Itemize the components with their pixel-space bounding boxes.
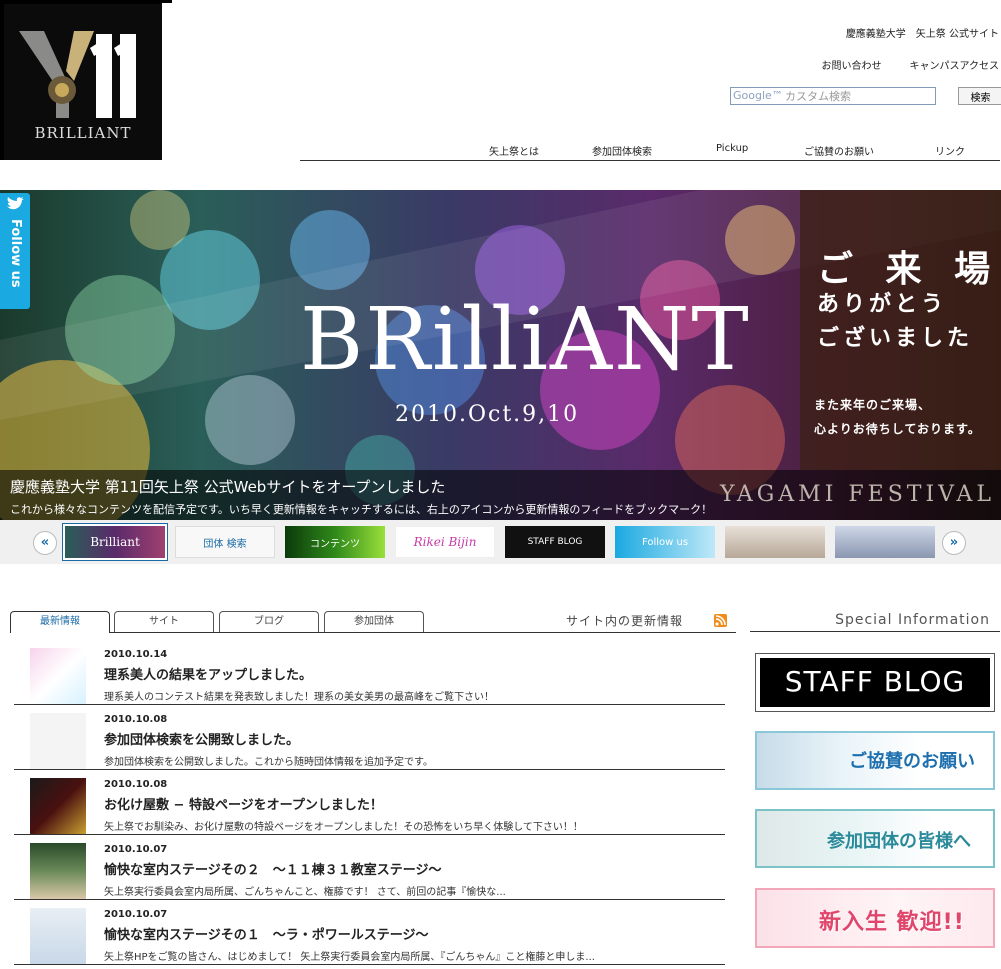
news-thumbnail bbox=[30, 843, 86, 899]
news-desc: 矢上祭実行委員会室内局所属、ごんちゃんこと、権藤です！ さて、前回の記事『愉快な… bbox=[104, 887, 506, 898]
site-updates-label: サイト内の更新情報 bbox=[566, 614, 684, 628]
search-bar: Google™ 検索 bbox=[730, 87, 1001, 105]
site-logo[interactable]: BRILLIANT bbox=[0, 0, 162, 160]
thumb-group-search[interactable]: 団体 検索 bbox=[175, 526, 275, 558]
news-desc: 参加団体検索を公開致しました。これから随時団体情報を追加予定です。 bbox=[104, 757, 433, 768]
thanks-line-2: ありがとう bbox=[817, 292, 948, 317]
nav-about[interactable]: 矢上祭とは bbox=[489, 143, 539, 158]
twitter-bird-icon bbox=[7, 197, 24, 210]
hero-caption: 慶應義塾大学 第11回矢上祭 公式Webサイトをオープンしました これから様々な… bbox=[0, 470, 1001, 520]
caption-title: 慶應義塾大学 第11回矢上祭 公式Webサイトをオープンしました bbox=[10, 478, 446, 496]
nav-sponsor[interactable]: ご協賛のお願い bbox=[804, 143, 874, 158]
news-item[interactable]: 2010.10.08 参加団体検索を公開致しました。 参加団体検索を公開致しまし… bbox=[14, 705, 725, 770]
thumb-contents[interactable]: コンテンツ bbox=[285, 526, 385, 558]
carousel-next-button[interactable]: » bbox=[942, 531, 966, 555]
tab-site[interactable]: サイト bbox=[114, 611, 214, 632]
tab-blog[interactable]: ブログ bbox=[219, 611, 319, 632]
sponsor-request-label: ご協賛のお願い bbox=[849, 751, 975, 772]
logo-subtitle: BRILLIANT bbox=[34, 124, 132, 142]
rss-feed-icon[interactable] bbox=[714, 614, 727, 627]
news-title[interactable]: お化け屋敷 − 特設ページをオープンしました！ bbox=[104, 794, 383, 813]
news-list: 2010.10.14 理系美人の結果をアップしました。 理系美人のコンテスト結果… bbox=[14, 640, 725, 965]
staff-blog-banner[interactable]: STAFF BLOG bbox=[755, 653, 995, 712]
yagami-festival-watermark: YAGAMI FESTIVAL bbox=[720, 482, 996, 507]
thumb-brilliant[interactable]: Brilliant bbox=[63, 524, 167, 560]
sponsor-request-banner[interactable]: ご協賛のお願い bbox=[755, 731, 995, 790]
contact-link[interactable]: お問い合わせ bbox=[822, 57, 882, 72]
hero-banner[interactable]: BRilliANT 2010.Oct.9,10 ご 来 場 ありがとう ございま… bbox=[0, 190, 1001, 520]
follow-us-tab[interactable]: Follow us bbox=[0, 193, 30, 309]
news-thumbnail bbox=[30, 778, 86, 834]
thumbnail-carousel: « Brilliant 団体 検索 コンテンツ Rikei Bijin STAF… bbox=[0, 520, 1001, 564]
nav-group-search[interactable]: 参加団体検索 bbox=[592, 143, 652, 158]
nav-links[interactable]: リンク bbox=[935, 143, 965, 158]
thumb-photo-1[interactable] bbox=[725, 526, 825, 558]
news-title[interactable]: 参加団体検索を公開致しました。 bbox=[104, 729, 299, 748]
news-desc: 矢上祭HPをご覧の皆さん、はじめまして！ 矢上祭実行委員会室内局所属、『ごんちゃ… bbox=[104, 952, 595, 963]
nav-pickup[interactable]: Pickup bbox=[716, 143, 748, 154]
thanks-line-3: ございました bbox=[817, 326, 974, 351]
campus-access-link[interactable]: キャンパスアクセス bbox=[910, 57, 1000, 72]
logo-divider bbox=[162, 0, 172, 3]
news-date: 2010.10.08 bbox=[104, 714, 168, 725]
special-info-heading: Special Information bbox=[835, 612, 990, 628]
next-year-line-1: また来年のご来場、 bbox=[814, 398, 932, 412]
site-name: 慶應義塾大学 矢上祭 公式サイト bbox=[845, 29, 999, 40]
news-date: 2010.10.14 bbox=[104, 649, 168, 660]
thanks-line-1: ご 来 場 bbox=[817, 249, 1001, 290]
thumb-staff-blog[interactable]: STAFF BLOG bbox=[505, 526, 605, 558]
thumb-rikei-bijin[interactable]: Rikei Bijin bbox=[395, 526, 495, 558]
main-nav: 矢上祭とは 参加団体検索 Pickup ご協賛のお願い リンク bbox=[300, 140, 1000, 161]
news-thumbnail bbox=[30, 713, 86, 769]
news-title[interactable]: 理系美人の結果をアップしました。 bbox=[104, 664, 312, 683]
news-date: 2010.10.07 bbox=[104, 844, 168, 855]
caption-text: これから様々なコンテンツを配信予定です。いち早く更新情報をキャッチするには、右上… bbox=[10, 503, 713, 516]
tab-groups[interactable]: 参加団体 bbox=[324, 611, 424, 632]
search-wrapper: Google™ bbox=[730, 87, 936, 105]
thanks-panel: ご 来 場 ありがとう ございました また来年のご来場、 心よりお待ちしておりま… bbox=[800, 190, 1001, 470]
news-desc: 理系美人のコンテスト結果を発表致しました！理系の美女美男の最高峰をご覧下さい！ bbox=[104, 692, 494, 703]
news-date: 2010.10.08 bbox=[104, 779, 168, 790]
tab-latest[interactable]: 最新情報 bbox=[10, 611, 110, 633]
news-desc: 矢上祭でお馴染み、お化け屋敷の特設ページをオープンしました！その恐怖をいち早く体… bbox=[104, 822, 583, 833]
thumb-follow-us[interactable]: Follow us bbox=[615, 526, 715, 558]
participating-groups-banner[interactable]: 参加団体の皆様へ bbox=[755, 809, 995, 868]
special-info-header: Special Information bbox=[750, 610, 1000, 632]
news-item[interactable]: 2010.10.14 理系美人の結果をアップしました。 理系美人のコンテスト結果… bbox=[14, 640, 725, 705]
news-item[interactable]: 2010.10.07 愉快な室内ステージその２ ～１１棟３１教室ステージ～ 矢上… bbox=[14, 835, 725, 900]
news-title[interactable]: 愉快な室内ステージその２ ～１１棟３１教室ステージ～ bbox=[104, 859, 441, 878]
news-date: 2010.10.07 bbox=[104, 909, 168, 920]
participating-groups-label: 参加団体の皆様へ bbox=[827, 831, 971, 852]
follow-us-label: Follow us bbox=[8, 219, 23, 288]
news-title[interactable]: 愉快な室内ステージその１ ～ラ・ポワールステージ～ bbox=[104, 924, 428, 943]
y11-logo-mark bbox=[19, 31, 136, 118]
news-item[interactable]: 2010.10.08 お化け屋敷 − 特設ページをオープンしました！ 矢上祭でお… bbox=[14, 770, 725, 835]
carousel-prev-button[interactable]: « bbox=[33, 531, 57, 555]
next-year-line-2: 心よりお待ちしております。 bbox=[814, 422, 981, 436]
search-button[interactable]: 検索 bbox=[958, 87, 1001, 105]
news-item[interactable]: 2010.10.07 愉快な室内ステージその１ ～ラ・ポワールステージ～ 矢上祭… bbox=[14, 900, 725, 965]
news-thumbnail bbox=[30, 908, 86, 964]
news-thumbnail bbox=[30, 648, 86, 704]
search-input[interactable] bbox=[730, 87, 936, 105]
hero-date: 2010.Oct.9,10 bbox=[395, 402, 580, 427]
freshmen-welcome-label: 新入生 歓迎!! bbox=[819, 910, 965, 935]
thumb-photo-2[interactable] bbox=[835, 526, 935, 558]
freshmen-welcome-banner[interactable]: 新入生 歓迎!! bbox=[755, 888, 995, 948]
staff-blog-label: STAFF BLOG bbox=[760, 658, 990, 707]
hero-title: BRilliANT bbox=[300, 290, 751, 390]
utility-links: お問い合わせ キャンパスアクセス bbox=[822, 57, 1000, 72]
